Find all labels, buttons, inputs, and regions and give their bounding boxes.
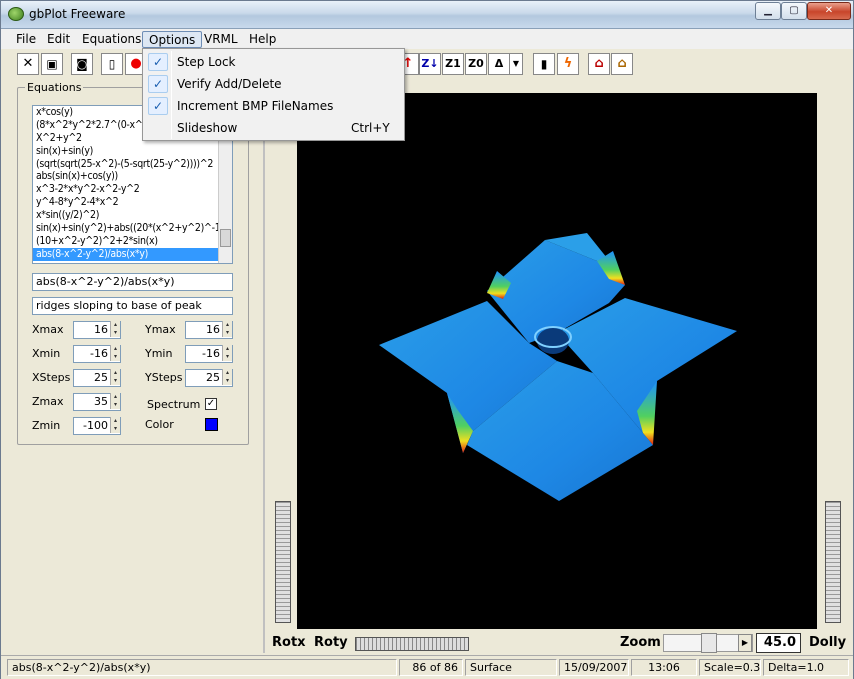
close-button[interactable]: ✕	[807, 2, 851, 20]
status-scale: Scale=0.3	[699, 659, 761, 676]
zoom-right-arrow-icon[interactable]: ▶	[738, 634, 752, 652]
menu-equations[interactable]: Equations	[76, 31, 147, 48]
ysteps-label: YSteps	[145, 371, 183, 384]
bar-icon[interactable]: ▮	[533, 53, 555, 75]
toolbar: ✕ ▣ ◙ ▯ ● ↑ Z↓ Z1 Z0 Δ ▼ ▮ ϟ ⌂ ⌂	[1, 50, 853, 80]
menu-item-increment-bmp[interactable]: ✓ Increment BMP FileNames	[145, 95, 403, 117]
scrollbar-thumb[interactable]	[220, 229, 231, 247]
z-down-icon[interactable]: Z↓	[419, 53, 441, 75]
options-dropdown-menu: ✓ Step Lock ✓ Verify Add/Delete ✓ Increm…	[142, 48, 405, 141]
rotx-label: Rotx	[272, 635, 306, 650]
xmax-spinner[interactable]: 16	[73, 321, 121, 339]
zmin-label: Zmin	[32, 419, 61, 432]
zmin-spinner[interactable]: -100	[73, 417, 121, 435]
list-item[interactable]: sin(x)+sin(y)	[33, 145, 232, 158]
ymin-spinner[interactable]: -16	[185, 345, 233, 363]
status-formula: abs(8-x^2-y^2)/abs(x*y)	[7, 659, 397, 676]
lightning-icon[interactable]: ϟ	[557, 53, 579, 75]
menu-item-label: Step Lock	[177, 55, 236, 69]
close-icon[interactable]: ✕	[17, 53, 39, 75]
app-logo-icon	[8, 7, 24, 21]
xsteps-spinner[interactable]: 25	[73, 369, 121, 387]
surface-plot	[379, 233, 737, 501]
maximize-button[interactable]: ▢	[781, 2, 807, 20]
menu-item-label: Verify Add/Delete	[177, 77, 282, 91]
formula-input[interactable]: abs(8-x^2-y^2)/abs(x*y)	[32, 273, 233, 291]
ymin-label: Ymin	[145, 347, 173, 360]
zmax-label: Zmax	[32, 395, 64, 408]
menu-item-slideshow[interactable]: Slideshow Ctrl+Y	[145, 117, 403, 139]
list-item[interactable]: (10+x^2-y^2)^2+2*sin(x)	[33, 235, 232, 248]
menu-options[interactable]: Options	[142, 31, 203, 48]
menu-item-label: Slideshow	[177, 121, 238, 135]
list-item[interactable]: x^3-2*x*y^2-x^2-y^2	[33, 183, 232, 196]
zmax-spinner[interactable]: 35	[73, 393, 121, 411]
xmin-label: Xmin	[32, 347, 61, 360]
window-title: gbPlot Freeware	[29, 7, 126, 21]
save-icon[interactable]: ▣	[41, 53, 63, 75]
dolly-slider[interactable]	[825, 501, 841, 623]
zoom-thumb[interactable]	[701, 633, 717, 653]
list-item-selected[interactable]: abs(8-x^2-y^2)/abs(x*y)	[33, 247, 232, 261]
plot-viewport[interactable]	[297, 93, 817, 629]
title-bar[interactable]: gbPlot Freeware ▁ ▢ ✕	[1, 1, 853, 29]
z0-icon[interactable]: Z0	[465, 53, 487, 75]
dropdown-arrow-icon[interactable]: ▼	[509, 53, 523, 75]
rotx-slider[interactable]	[275, 501, 291, 623]
delta-icon[interactable]: Δ	[488, 53, 510, 75]
z1-icon[interactable]: Z1	[442, 53, 464, 75]
minimize-button[interactable]: ▁	[755, 2, 781, 20]
menu-item-verify-add-delete[interactable]: ✓ Verify Add/Delete	[145, 73, 403, 95]
zoom-value[interactable]: 45.0	[756, 633, 801, 653]
menu-item-step-lock[interactable]: ✓ Step Lock	[145, 51, 403, 73]
surface-center-hole	[537, 328, 569, 354]
xsteps-label: XSteps	[32, 371, 71, 384]
status-delta: Delta=1.0	[763, 659, 849, 676]
ysteps-spinner[interactable]: 25	[185, 369, 233, 387]
list-item[interactable]: x*sin((y/2)^2)	[33, 209, 232, 222]
status-mode: Surface	[465, 659, 557, 676]
menu-bar: File Edit Equations Options VRML Help	[1, 29, 853, 49]
spectrum-label: Spectrum	[147, 398, 201, 411]
status-time: 13:06	[631, 659, 697, 676]
check-icon: ✓	[148, 97, 168, 115]
roty-slider[interactable]	[355, 637, 469, 651]
new-page-icon[interactable]: ▯	[101, 53, 123, 75]
status-date: 15/09/2007	[559, 659, 629, 676]
menu-item-label: Increment BMP FileNames	[177, 99, 334, 113]
color-swatch[interactable]	[205, 418, 218, 431]
menu-file[interactable]: File	[10, 31, 42, 48]
menu-edit[interactable]: Edit	[41, 31, 76, 48]
check-icon: ✓	[148, 75, 168, 93]
pane-divider	[263, 83, 265, 653]
ymax-spinner[interactable]: 16	[185, 321, 233, 339]
camera-icon[interactable]: ◙	[71, 53, 93, 75]
zoom-label: Zoom	[620, 635, 661, 650]
house-delete-icon[interactable]: ⌂	[588, 53, 610, 75]
status-count: 86 of 86	[399, 659, 463, 676]
check-icon: ✓	[148, 53, 168, 71]
xmax-label: Xmax	[32, 323, 64, 336]
list-item[interactable]: sin(x)+sin(y^2)+abs((20*(x^2+y^2)^-1))	[33, 222, 232, 235]
list-item[interactable]: (sqrt(sqrt(25-x^2)-(5-sqrt(25-y^2))))^2	[33, 158, 232, 171]
xmin-spinner[interactable]: -16	[73, 345, 121, 363]
status-bar: abs(8-x^2-y^2)/abs(x*y) 86 of 86 Surface…	[1, 655, 853, 679]
house-icon[interactable]: ⌂	[611, 53, 633, 75]
roty-label: Roty	[314, 635, 348, 650]
list-item[interactable]: y^4-8*y^2-4*x^2	[33, 196, 232, 209]
menu-help[interactable]: Help	[243, 31, 282, 48]
spectrum-checkbox[interactable]: ✓	[205, 398, 217, 410]
ymax-label: Ymax	[145, 323, 176, 336]
menu-item-shortcut: Ctrl+Y	[351, 121, 390, 135]
equations-group-title: Equations	[25, 81, 84, 94]
list-item[interactable]: abs(sin(x)+cos(y))	[33, 170, 232, 183]
menu-vrml[interactable]: VRML	[198, 31, 244, 48]
color-label: Color	[145, 418, 174, 431]
dolly-label: Dolly	[809, 635, 847, 650]
description-input[interactable]: ridges sloping to base of peak	[32, 297, 233, 315]
app-window: gbPlot Freeware ▁ ▢ ✕ File Edit Equation…	[0, 0, 854, 679]
